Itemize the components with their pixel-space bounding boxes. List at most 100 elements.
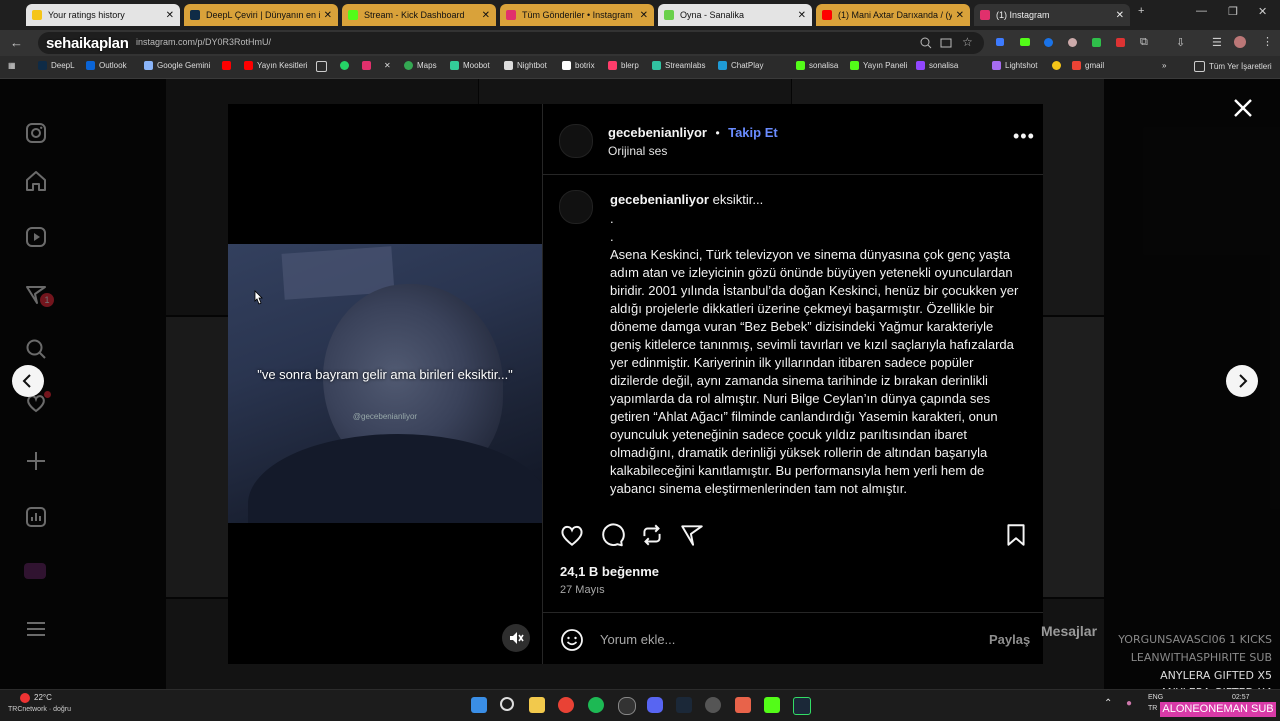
- steam-icon[interactable]: [676, 697, 692, 713]
- extension-icon[interactable]: [1020, 38, 1030, 46]
- window-close-icon[interactable]: ✕: [1258, 5, 1267, 18]
- bookmark-blerp[interactable]: blerp: [608, 61, 639, 70]
- tab-instagram-active[interactable]: (1) Instagram ✕: [974, 4, 1130, 26]
- sidepanel-icon[interactable]: ☰: [1212, 36, 1222, 49]
- all-bookmarks[interactable]: Tüm Yer İşaretleri: [1194, 61, 1272, 72]
- close-tab-icon[interactable]: ✕: [324, 10, 332, 21]
- bookmark-outlook[interactable]: Outlook: [86, 61, 127, 70]
- messages-bubble[interactable]: Mesajlar: [1041, 623, 1097, 639]
- input-language[interactable]: ENG: [1148, 694, 1163, 701]
- bookmark-yayin-kesitleri[interactable]: Yayın Kesitleri: [244, 61, 308, 70]
- chrome-icon[interactable]: [558, 697, 574, 713]
- post-date[interactable]: 27 Mayıs: [560, 584, 605, 596]
- bookmark-botrix[interactable]: botrix: [562, 61, 595, 70]
- author-avatar[interactable]: [559, 124, 593, 158]
- bookmark-folder-icon[interactable]: [316, 61, 331, 72]
- like-heart-icon[interactable]: [559, 522, 585, 548]
- tray-overflow-icon[interactable]: ⌃: [1104, 698, 1112, 709]
- extension-icon[interactable]: [1116, 38, 1125, 47]
- bookmark-maps[interactable]: Maps: [404, 61, 437, 70]
- post-comment-button[interactable]: Paylaş: [989, 632, 1030, 647]
- bookmark-gemini[interactable]: Google Gemini: [144, 61, 210, 70]
- post-video[interactable]: "ve sonra bayram gelir ama birileri eksi…: [228, 104, 542, 664]
- bookmark-sonalisa-kick[interactable]: sonalisa: [796, 61, 838, 70]
- caption-username[interactable]: gecebenianliyor: [610, 192, 709, 207]
- bookmark-streamlabs[interactable]: Streamlabs: [652, 61, 705, 70]
- input-region[interactable]: TR: [1148, 705, 1157, 712]
- extension-icon[interactable]: [996, 38, 1004, 46]
- obs-icon[interactable]: [618, 697, 636, 715]
- close-tab-icon[interactable]: ✕: [482, 10, 490, 21]
- bookmark-lightshot[interactable]: Lightshot: [992, 61, 1037, 70]
- follow-button[interactable]: Takip Et: [728, 125, 778, 140]
- share-send-icon[interactable]: [679, 522, 705, 548]
- author-username[interactable]: gecebenianliyor: [608, 125, 707, 140]
- bookmarks-overflow-icon[interactable]: »: [1162, 61, 1166, 70]
- file-explorer-icon[interactable]: [529, 697, 545, 713]
- bookmark-deepl[interactable]: DeepL: [38, 61, 75, 70]
- more-options-icon[interactable]: •••: [1013, 127, 1035, 145]
- weather-temperature[interactable]: 22°C: [34, 693, 52, 702]
- tab-youtube[interactable]: (1) Mani Axtar Darıxanda / (yeni✕: [816, 4, 970, 26]
- mute-button[interactable]: [502, 624, 530, 652]
- close-tab-icon[interactable]: ✕: [640, 10, 648, 21]
- bookmark-emoji-icon[interactable]: [1052, 61, 1065, 70]
- bookmark-moobot[interactable]: Moobot: [450, 61, 490, 70]
- close-tab-icon[interactable]: ✕: [798, 10, 806, 21]
- maximize-icon[interactable]: ❐: [1228, 5, 1238, 18]
- search-icon[interactable]: [500, 697, 514, 711]
- extension-icon[interactable]: [1044, 38, 1053, 47]
- downloads-icon[interactable]: ⇩: [1176, 36, 1185, 49]
- close-tab-icon[interactable]: ✕: [1116, 10, 1124, 21]
- bookmark-instagram-icon[interactable]: [362, 61, 375, 70]
- minimize-icon[interactable]: —: [1196, 5, 1207, 17]
- extension-icon[interactable]: [1092, 38, 1101, 47]
- comment-author-avatar[interactable]: [559, 190, 593, 224]
- back-icon[interactable]: ←: [10, 35, 23, 50]
- previous-post-button[interactable]: [12, 365, 44, 397]
- save-bookmark-icon[interactable]: [1003, 522, 1029, 548]
- comment-bubble-icon[interactable]: [599, 522, 625, 548]
- audio-label[interactable]: Orijinal ses: [608, 144, 667, 158]
- url-field[interactable]: instagram.com/p/DY0R3RotHmU/ ☆: [38, 32, 984, 54]
- close-tab-icon[interactable]: ✕: [166, 10, 174, 21]
- close-tab-icon[interactable]: ✕: [956, 10, 964, 21]
- bookmark-x-icon[interactable]: ✕: [384, 61, 391, 70]
- tab-instagram-posts[interactable]: Tüm Gönderiler • Instagram ✕: [500, 4, 654, 26]
- mic-icon[interactable]: ●: [1126, 698, 1132, 709]
- bookmark-star-icon[interactable]: ☆: [962, 35, 973, 49]
- clock-time[interactable]: 02:57: [1232, 694, 1250, 701]
- tab-sanalika[interactable]: Oyna - Sanalika ✕: [658, 4, 812, 26]
- spotify-icon[interactable]: [588, 697, 604, 713]
- cast-icon[interactable]: [940, 37, 952, 49]
- repost-icon[interactable]: [639, 522, 665, 548]
- extensions-puzzle-icon[interactable]: ⧉: [1140, 36, 1148, 49]
- tab-kick-dashboard[interactable]: Stream - Kick Dashboard ✕: [342, 4, 496, 26]
- extension-icon[interactable]: [1068, 38, 1077, 47]
- bookmark-whatsapp-icon[interactable]: [340, 61, 353, 70]
- bookmark-chatplay[interactable]: ChatPlay: [718, 61, 763, 70]
- bookmark-nightbot[interactable]: Nightbot: [504, 61, 547, 70]
- profile-avatar[interactable]: [1234, 36, 1246, 48]
- bookmark-sonalisa-twitch[interactable]: sonalisa: [916, 61, 958, 70]
- close-modal-icon[interactable]: [1232, 97, 1254, 119]
- bookmark-yayin-paneli[interactable]: Yayın Paneli: [850, 61, 907, 70]
- zoom-icon[interactable]: [920, 37, 932, 49]
- apps-grid-icon[interactable]: ▦: [8, 61, 16, 70]
- emoji-icon[interactable]: [560, 628, 584, 652]
- bookmark-gmail[interactable]: gmail: [1072, 61, 1104, 70]
- comment-input[interactable]: Yorum ekle...: [600, 632, 675, 647]
- news-ticker[interactable]: TRCnetwork · doğru: [8, 706, 71, 713]
- menu-kebab-icon[interactable]: ⋮: [1262, 35, 1273, 48]
- steam-icon[interactable]: [793, 697, 811, 715]
- tab-deepl[interactable]: DeepL Çeviri | Dünyanın en isab✕: [184, 4, 338, 26]
- discord-icon[interactable]: [647, 697, 663, 713]
- kick-icon[interactable]: [764, 697, 780, 713]
- app-icon[interactable]: [705, 697, 721, 713]
- new-tab-icon[interactable]: +: [1138, 5, 1144, 17]
- app-icon[interactable]: [735, 697, 751, 713]
- next-post-button[interactable]: [1226, 365, 1258, 397]
- bookmark-youtube[interactable]: [222, 61, 235, 70]
- like-count[interactable]: 24,1 B beğenme: [560, 564, 659, 579]
- tab-ratings-history[interactable]: Your ratings history ✕: [26, 4, 180, 26]
